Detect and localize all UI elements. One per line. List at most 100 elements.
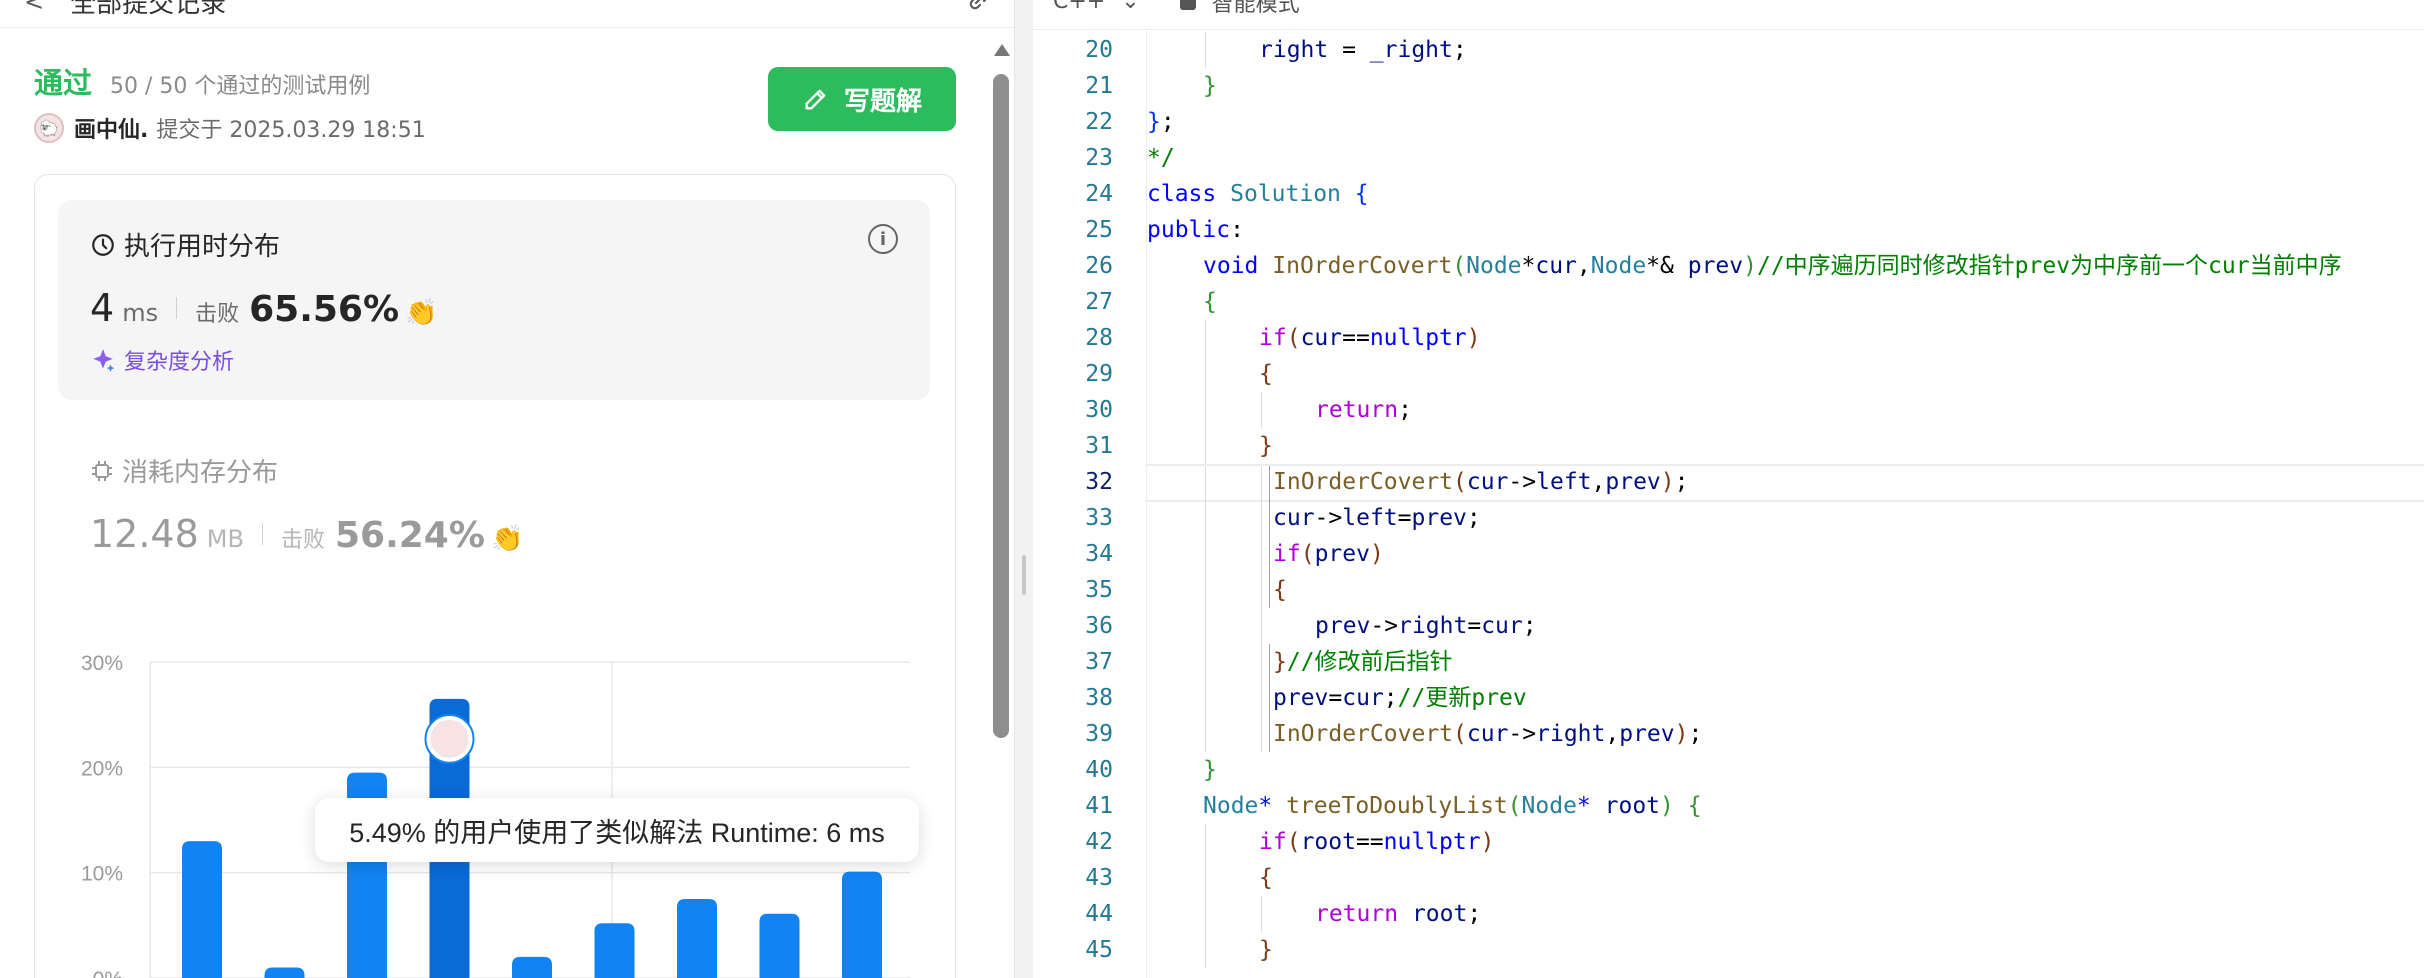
line-number: 38 [1085,685,1113,711]
code-line[interactable]: 37 }//修改前后指针 [1033,644,2424,680]
code-line[interactable]: 31} [1033,428,2424,464]
chart-bar[interactable] [842,871,882,978]
line-number: 34 [1085,541,1113,567]
link-icon[interactable] [967,0,991,18]
code-line[interactable]: 20 right = _right; [1033,32,2424,68]
info-icon[interactable]: i [868,224,898,254]
code-line[interactable]: 23 */ [1033,140,2424,176]
code-text: prev->right=cur; [1315,613,1537,639]
indent-guide [1261,644,1262,680]
code-line[interactable]: 39 InOrderCovert(cur->right,prev); [1033,716,2424,752]
back-icon[interactable]: < [24,0,44,16]
line-number: 21 [1085,73,1113,99]
code-line[interactable]: 32 InOrderCovert(cur->left,prev); [1033,464,2424,502]
code-text: { [1259,865,1273,891]
code-line[interactable]: 21} [1033,68,2424,104]
code-text: if(cur==nullptr) [1259,325,1481,351]
indent-guide [1261,500,1262,536]
code-line[interactable]: 24 class Solution { [1033,176,2424,212]
panel-title: 全部提交记录 [70,0,227,19]
user-name[interactable]: 画中仙. [74,112,148,144]
status-accepted: 通过 [34,66,93,100]
code-line[interactable]: 42 if(root==nullptr) [1033,824,2424,860]
chart-bar[interactable] [182,841,222,978]
chart-bar[interactable] [264,967,305,978]
language-select[interactable]: C++ [1053,0,1105,14]
chip-icon [92,460,112,481]
line-number: 29 [1085,361,1113,387]
avatar[interactable]: 🐑 [34,113,64,143]
code-line[interactable]: 27 { [1033,284,2424,320]
indent-guide-active [1269,644,1270,680]
code-text: }//修改前后指针 [1273,649,1453,675]
line-number: 44 [1085,901,1113,927]
runtime-values: 4 ms 击败 65.56% 👏 [90,286,437,330]
line-number: 25 [1085,217,1113,243]
indent-guide [1205,392,1206,428]
indent-guide [1261,680,1262,716]
indent-guide [1205,464,1206,500]
line-number: 31 [1085,433,1113,459]
scrollbar[interactable] [990,40,1012,978]
write-solution-button[interactable]: 写题解 [768,67,956,131]
user-row: 🐑 画中仙. 提交于 2025.03.29 18:51 [34,112,426,144]
chart-bar[interactable] [677,899,717,978]
indent-guide [1205,608,1206,644]
code-line[interactable]: 26 void InOrderCovert(Node*cur,Node*& pre… [1033,248,2424,284]
code-text: prev=cur;//更新prev [1273,685,1527,711]
indent-guide [1205,680,1206,716]
code-area[interactable]: 20 right = _right; 21} 22}; 23 */24 class Solu… [1033,32,2424,968]
indent-guide [1205,824,1206,860]
line-number: 30 [1085,397,1113,423]
code-line[interactable]: 34 if(prev) [1033,536,2424,572]
code-line[interactable]: 40} [1033,752,2424,788]
runtime-section[interactable]: 执行用时分布 i 4 ms 击败 65.56% 👏 复杂度分析 [58,200,930,400]
memory-values: 12.48 MB 击败 56.24% 👏 [90,512,523,556]
code-line[interactable]: 43 { [1033,860,2424,896]
line-number: 37 [1085,649,1113,675]
code-line[interactable]: 36 prev->right=cur; [1033,608,2424,644]
code-line[interactable]: 33 cur->left=prev; [1033,500,2424,536]
editor-mode[interactable]: 智能模式 [1212,0,1300,18]
code-line[interactable]: 29 { [1033,356,2424,392]
status-row: 通过 50 / 50 个通过的测试用例 [34,60,370,102]
chevron-down-icon[interactable]: ⌄ [1121,0,1139,14]
indent-guide-active [1269,500,1270,536]
memory-section[interactable]: 消耗内存分布 [90,452,278,489]
indent-guide [1261,716,1262,752]
chart-bar[interactable] [594,923,635,978]
user-marker-avatar [426,715,473,762]
complexity-analysis-link[interactable]: 复杂度分析 [90,344,234,376]
line-number: 40 [1085,757,1113,783]
code-text: */ [1147,145,1175,171]
chart-bar[interactable] [512,956,552,978]
indent-guide-active [1269,572,1270,608]
indent-guide [1205,572,1206,608]
memory-unit: MB [206,525,244,553]
code-line[interactable]: 41 Node* treeToDoublyList(Node* root) { [1033,788,2424,824]
code-line[interactable]: 28 if(cur==nullptr) [1033,320,2424,356]
scroll-up-arrow-icon[interactable] [994,44,1010,56]
code-text: cur->left=prev; [1273,505,1481,531]
chart-tooltip: 5.49% 的用户使用了类似解法 Runtime: 6 ms [315,798,919,862]
runtime-title-row: 执行用时分布 [90,226,280,263]
code-line[interactable]: 25 public: [1033,212,2424,248]
code-line[interactable]: 38 prev=cur;//更新prev [1033,680,2424,716]
code-text: if(root==nullptr) [1259,829,1495,855]
code-line[interactable]: 45} [1033,932,2424,968]
chart-bar[interactable] [759,913,800,978]
panel-splitter[interactable] [1015,0,1033,978]
indent-guide [1205,716,1206,752]
line-number: 41 [1085,793,1113,819]
code-line[interactable]: 44 return root; [1033,896,2424,932]
indent-guide [1205,500,1206,536]
line-number: 43 [1085,865,1113,891]
code-text: } [1259,433,1273,459]
code-line[interactable]: 22}; [1033,104,2424,140]
line-number: 39 [1085,721,1113,747]
scroll-thumb[interactable] [993,74,1009,738]
drag-handle[interactable] [1022,555,1026,595]
indent-guide [1261,464,1262,500]
code-line[interactable]: 35 { [1033,572,2424,608]
code-line[interactable]: 30 return; [1033,392,2424,428]
